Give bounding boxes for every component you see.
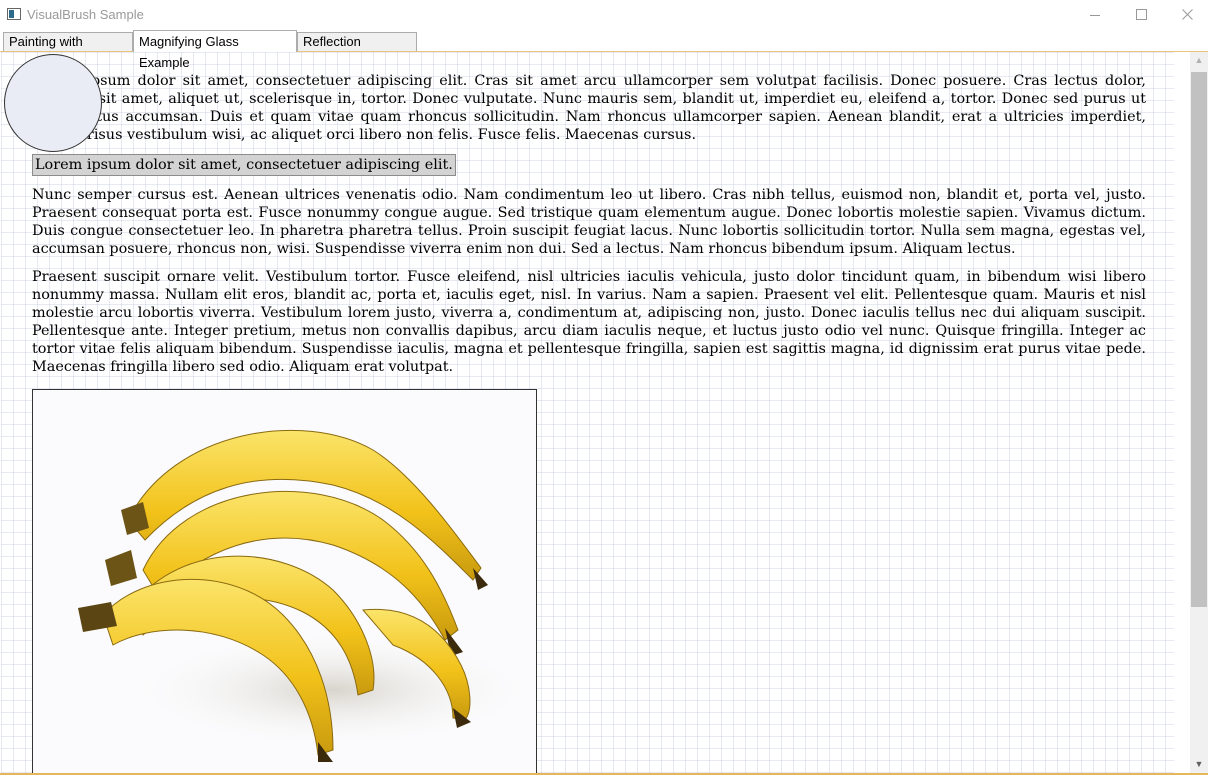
- tab-strip: Painting with Visuals Magnifying Glass E…: [0, 30, 1208, 70]
- maximize-button[interactable]: [1118, 0, 1164, 30]
- paragraph-2: Nunc semper cursus est. Aenean ultrices …: [32, 187, 1146, 257]
- magnifying-glass[interactable]: [4, 54, 102, 152]
- minimize-button[interactable]: [1072, 0, 1118, 30]
- chevron-up-icon[interactable]: ▲: [1190, 52, 1208, 69]
- close-icon: [1182, 9, 1193, 20]
- title-bar[interactable]: VisualBrush Sample: [0, 0, 1208, 30]
- highlight-row: Lorem ipsum dolor sit amet, consectetuer…: [32, 154, 1146, 176]
- tab-reflection-example[interactable]: Reflection Example: [297, 32, 417, 67]
- banana-image: [32, 389, 537, 773]
- tab-painting-with-visuals[interactable]: Painting with Visuals: [3, 32, 133, 67]
- scroll-thumb[interactable]: [1191, 72, 1207, 607]
- chevron-down-icon[interactable]: ▼: [1190, 756, 1208, 773]
- tab-magnifying-glass-example[interactable]: Magnifying Glass Example: [133, 30, 297, 70]
- paragraph-1: Lorem ipsum dolor sit amet, consectetuer…: [32, 73, 1146, 143]
- paragraph-3: Praesent suscipit ornare velit. Vestibul…: [32, 269, 1146, 375]
- window-title: VisualBrush Sample: [27, 7, 144, 22]
- highlighted-text: Lorem ipsum dolor sit amet, consectetuer…: [32, 154, 456, 176]
- app-icon: [7, 8, 21, 20]
- bananas-illustration: [78, 429, 536, 762]
- vertical-scrollbar[interactable]: ▲ ▼: [1190, 52, 1208, 773]
- close-button[interactable]: [1164, 0, 1208, 30]
- flow-document: Lorem ipsum dolor sit amet, consectetuer…: [32, 72, 1146, 386]
- document-viewer[interactable]: Lorem ipsum dolor sit amet, consectetuer…: [1, 52, 1174, 773]
- app-window: VisualBrush Sample Painting with Visuals…: [0, 0, 1208, 775]
